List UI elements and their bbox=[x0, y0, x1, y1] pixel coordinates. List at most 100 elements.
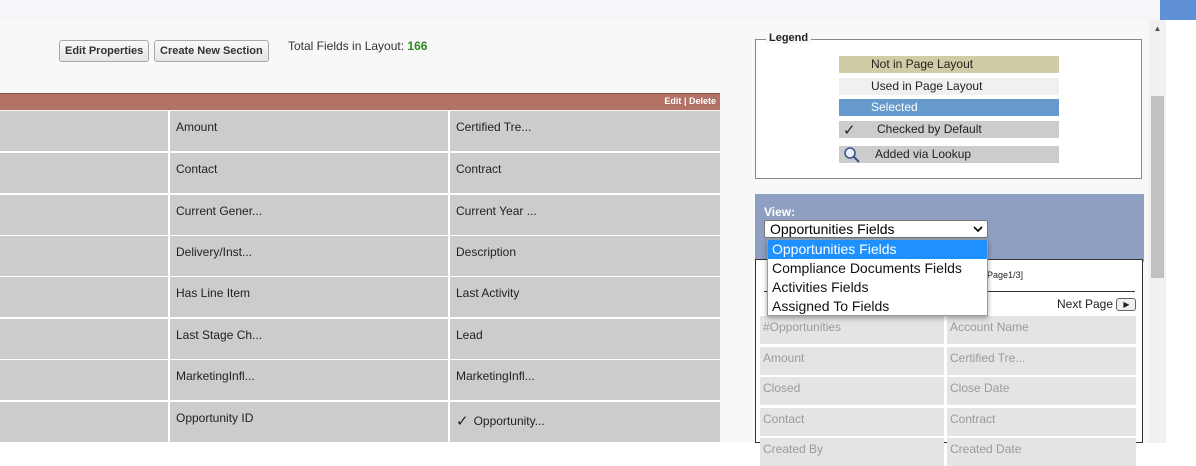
field-slot[interactable] bbox=[0, 195, 168, 235]
legend-used-in-layout: Used in Page Layout bbox=[839, 78, 1059, 95]
palette-field-label: Amount bbox=[763, 351, 805, 365]
total-fields-text: Total Fields in Layout: bbox=[288, 39, 405, 53]
field-cell[interactable]: MarketingInfl... bbox=[450, 360, 720, 400]
field-label: MarketingInfl... bbox=[176, 369, 255, 383]
legend-not-in-layout: Not in Page Layout bbox=[839, 56, 1059, 73]
legend-label: Checked by Default bbox=[877, 122, 982, 136]
palette-field-label: #Opportunities bbox=[763, 320, 842, 334]
field-label: Opportunity... bbox=[473, 414, 545, 428]
field-label: Opportunity ID bbox=[176, 411, 254, 425]
field-label: MarketingInfl... bbox=[456, 369, 535, 383]
checked-icon: ✓ bbox=[456, 413, 469, 430]
window-edge bbox=[1166, 20, 1196, 443]
create-new-section-button[interactable]: Create New Section bbox=[154, 40, 269, 62]
field-cell[interactable]: Current Gener... bbox=[170, 195, 448, 235]
field-cell[interactable]: Delivery/Inst... bbox=[170, 236, 448, 276]
section-link-separator: | bbox=[683, 96, 687, 106]
scroll-up-arrow-icon[interactable]: ▲ bbox=[1149, 24, 1166, 36]
palette-field[interactable]: Created Date bbox=[947, 438, 1136, 466]
palette-field[interactable]: Contact bbox=[760, 408, 944, 436]
field-cell[interactable]: Current Year ... bbox=[450, 195, 720, 235]
field-cell[interactable]: Lead bbox=[450, 319, 720, 359]
next-page-link[interactable]: Next Page ▶ bbox=[1057, 297, 1137, 312]
field-cell[interactable]: Last Stage Ch... bbox=[170, 319, 448, 359]
palette-field-label: Created By bbox=[763, 442, 824, 456]
magnifier-icon bbox=[843, 146, 861, 167]
page-indicator: Page1/3] bbox=[987, 270, 1024, 280]
view-option[interactable]: Assigned To Fields bbox=[768, 297, 987, 316]
legend-checked-by-default: ✓ Checked by Default bbox=[839, 121, 1059, 139]
field-label: Contract bbox=[456, 162, 502, 176]
field-label: Amount bbox=[176, 120, 218, 134]
view-option[interactable]: Opportunities Fields bbox=[768, 240, 987, 259]
palette-field-label: Account Name bbox=[950, 320, 1029, 334]
legend-title: Legend bbox=[766, 32, 812, 44]
view-select[interactable]: Opportunities Fields bbox=[764, 220, 988, 238]
field-cell[interactable]: Opportunity ID bbox=[170, 402, 448, 442]
view-option[interactable]: Compliance Documents Fields bbox=[768, 259, 987, 278]
field-cell[interactable]: Has Line Item bbox=[170, 277, 448, 317]
view-label: View: bbox=[764, 205, 796, 219]
field-label: Contact bbox=[176, 162, 218, 176]
field-label: Last Stage Ch... bbox=[176, 328, 263, 342]
section-delete-link[interactable]: Delete bbox=[689, 96, 716, 106]
field-slot[interactable] bbox=[0, 111, 168, 151]
palette-field[interactable]: Amount bbox=[760, 347, 944, 375]
field-cell[interactable]: Contact bbox=[170, 153, 448, 193]
field-slot[interactable] bbox=[0, 319, 168, 359]
field-slot[interactable] bbox=[0, 236, 168, 276]
edit-properties-button[interactable]: Edit Properties bbox=[59, 40, 150, 62]
legend-added-via-lookup: Added via Lookup bbox=[839, 146, 1059, 163]
field-slot[interactable] bbox=[0, 153, 168, 193]
section-edit-link[interactable]: Edit bbox=[664, 96, 681, 106]
field-cell[interactable]: Certified Tre... bbox=[450, 111, 720, 151]
field-label: Certified Tre... bbox=[456, 120, 532, 134]
legend-label: Selected bbox=[871, 100, 918, 114]
palette-field-label: Created Date bbox=[950, 442, 1022, 456]
total-fields-count: 166 bbox=[407, 39, 428, 53]
field-cell[interactable]: Amount bbox=[170, 111, 448, 151]
palette-field-label: Contact bbox=[763, 412, 805, 426]
total-fields-label: Total Fields in Layout: 166 bbox=[288, 39, 427, 53]
field-slot[interactable] bbox=[0, 402, 168, 442]
legend-selected: Selected bbox=[839, 99, 1059, 116]
field-cell[interactable]: Last Activity bbox=[450, 277, 720, 317]
field-cell[interactable]: Contract bbox=[450, 153, 720, 193]
field-label: Lead bbox=[456, 328, 483, 342]
palette-field[interactable]: Contract bbox=[947, 408, 1136, 436]
palette-field[interactable]: Close Date bbox=[947, 377, 1136, 405]
next-page-arrow-icon[interactable]: ▶ bbox=[1116, 298, 1137, 312]
next-page-label: Next Page bbox=[1057, 297, 1114, 311]
legend-label: Added via Lookup bbox=[875, 147, 972, 161]
vertical-scrollbar[interactable]: ▲ bbox=[1149, 20, 1166, 443]
field-label: Has Line Item bbox=[176, 286, 251, 300]
palette-field-label: Certified Tre... bbox=[950, 351, 1026, 365]
top-strip-inner bbox=[0, 0, 1178, 20]
legend-box: Legend Not in Page Layout Used in Page L… bbox=[755, 32, 1142, 179]
palette-field-label: Contract bbox=[950, 412, 996, 426]
legend-label: Used in Page Layout bbox=[871, 79, 983, 93]
scroll-thumb[interactable] bbox=[1151, 96, 1164, 278]
field-slot[interactable] bbox=[0, 277, 168, 317]
palette-field[interactable]: Account Name bbox=[947, 316, 1136, 344]
section-header: Edit | Delete bbox=[0, 93, 720, 110]
palette-field[interactable]: Created By bbox=[760, 438, 944, 466]
view-selected-value: Opportunities Fields bbox=[770, 221, 895, 237]
field-slot[interactable] bbox=[0, 360, 168, 400]
view-dropdown-menu: Opportunities Fields Compliance Document… bbox=[767, 239, 988, 316]
section-field-grid: Amount Certified Tre... Contact Contract… bbox=[0, 111, 720, 443]
field-cell[interactable]: MarketingInfl... bbox=[170, 360, 448, 400]
field-label: Delivery/Inst... bbox=[176, 245, 253, 259]
section-links: Edit | Delete bbox=[664, 96, 716, 106]
palette-field[interactable]: #Opportunities bbox=[760, 316, 944, 344]
legend-label: Not in Page Layout bbox=[871, 57, 974, 71]
field-cell[interactable]: Description bbox=[450, 236, 720, 276]
field-label: Current Gener... bbox=[176, 204, 263, 218]
field-label: Current Year ... bbox=[456, 204, 537, 218]
palette-field-label: Close Date bbox=[950, 381, 1010, 395]
palette-field[interactable]: Certified Tre... bbox=[947, 347, 1136, 375]
field-cell[interactable]: ✓ Opportunity... bbox=[450, 402, 720, 442]
view-option[interactable]: Activities Fields bbox=[768, 278, 987, 297]
field-label: Last Activity bbox=[456, 286, 520, 300]
palette-field[interactable]: Closed bbox=[760, 377, 944, 405]
